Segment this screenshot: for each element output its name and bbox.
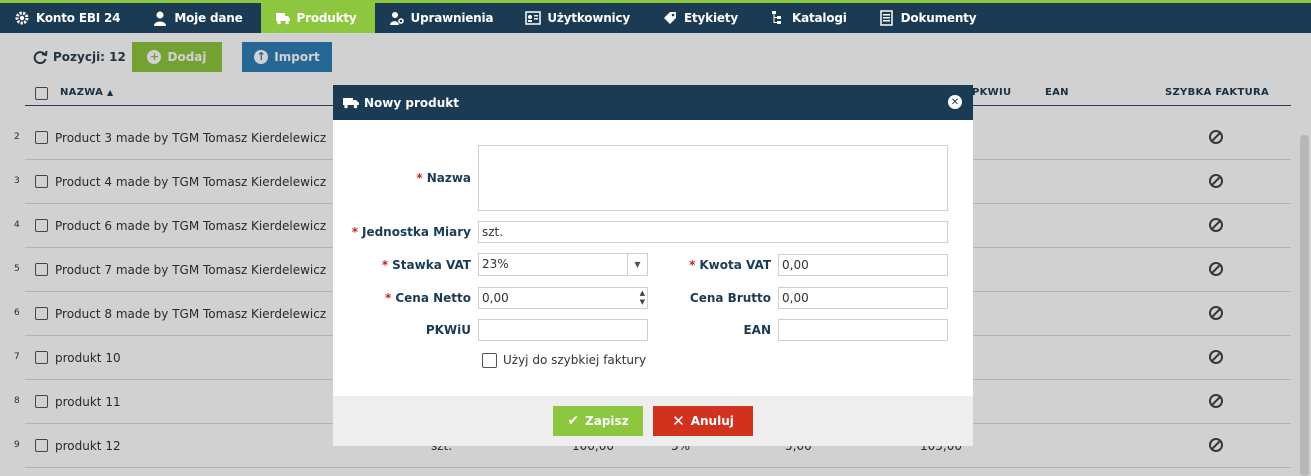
nav-label: Moje dane [174, 11, 243, 25]
truck-icon [275, 13, 290, 25]
cena-brutto-field[interactable] [778, 287, 948, 309]
document-icon [879, 10, 893, 26]
nav-item-moje-dane[interactable]: Moje dane [138, 3, 260, 33]
ean-label: EAN [743, 323, 771, 337]
scrollbar[interactable] [1300, 135, 1309, 476]
close-icon[interactable]: ✕ [948, 95, 962, 109]
cena-netto-value: 0,00 [482, 291, 509, 305]
stawka-vat-select[interactable]: 23% ▼ [478, 253, 648, 276]
pkwiu-field[interactable] [478, 319, 648, 341]
x-icon: ✕ [672, 412, 685, 430]
quick-invoice-checkbox[interactable] [482, 353, 497, 368]
nav-label: Etykiety [684, 11, 738, 25]
kwota-vat-field[interactable] [778, 254, 948, 276]
cena-brutto-label: Cena Brutto [689, 291, 771, 305]
new-product-dialog: Nowy produkt ✕ *Nazwa *Jednostka Miary *… [333, 85, 973, 446]
ean-field[interactable] [778, 319, 948, 341]
chevron-down-icon: ▼ [627, 254, 647, 275]
nav-label: Produkty [296, 11, 357, 25]
user-icon [154, 11, 167, 26]
dialog-header: Nowy produkt [333, 85, 973, 120]
stepper-arrows-icon[interactable]: ▲ ▼ [640, 289, 645, 307]
nazwa-label: * Nazwa [416, 171, 471, 185]
check-icon: ✔ [567, 413, 580, 429]
dialog-title: Nowy produkt [364, 95, 459, 110]
jednostka-miary-field[interactable] [478, 221, 948, 243]
nazwa-field[interactable] [478, 145, 948, 211]
kwota-vat-label: * Kwota VAT [689, 258, 771, 272]
nav-item-dokumenty[interactable]: Dokumenty [865, 3, 995, 33]
nav-item-uprawnienia[interactable]: Uprawnienia [375, 3, 512, 33]
cancel-button[interactable]: ✕ Anuluj [653, 406, 753, 436]
user-list-icon [525, 11, 542, 25]
pkwiu-label: PKWiU [425, 323, 471, 337]
nav-item-etykiety[interactable]: Etykiety [648, 3, 756, 33]
folder-tree-icon [771, 11, 781, 24]
nav-label: Katalogi [791, 11, 847, 25]
tag-icon [664, 12, 677, 24]
user-key-icon [389, 12, 404, 25]
nav-label: Użytkownicy [547, 11, 631, 25]
stawka-vat-value: 23% [482, 257, 509, 271]
nav-item-uzytkownicy[interactable]: Użytkownicy [511, 3, 648, 33]
dialog-footer: ✔ Zapisz ✕ Anuluj [333, 396, 973, 446]
nav-label: Uprawnienia [410, 11, 494, 25]
nav-item-katalogi[interactable]: Katalogi [756, 3, 865, 33]
save-button-label: Zapisz [585, 414, 629, 428]
stawka-vat-label: * Stawka VAT [381, 258, 471, 272]
nav-item-konto[interactable]: Konto EBI 24 [0, 3, 138, 33]
cena-netto-stepper[interactable]: 0,00 ▲ ▼ [478, 287, 648, 309]
cena-netto-label: * Cena Netto [385, 291, 471, 305]
nav-label: Dokumenty [900, 11, 977, 25]
save-button[interactable]: ✔ Zapisz [553, 406, 643, 436]
quick-invoice-label: Użyj do szybkiej faktury [503, 353, 647, 367]
truck-icon [343, 97, 359, 108]
gear-icon [15, 11, 29, 25]
top-nav: Konto EBI 24 Moje dane Produkty Uprawnie… [0, 0, 1311, 33]
jednostka-miary-label: * Jednostka Miary [351, 225, 471, 239]
nav-item-produkty[interactable]: Produkty [260, 3, 375, 33]
nav-label: Konto EBI 24 [36, 11, 121, 25]
cancel-button-label: Anuluj [690, 414, 734, 428]
